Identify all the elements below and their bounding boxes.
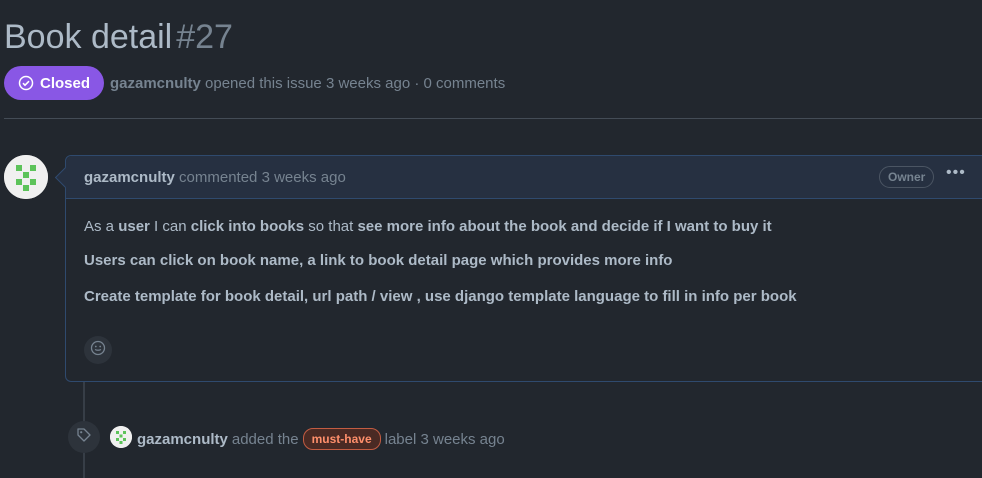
comment-paragraph-1: As a user I can click into books so that… [84,218,797,235]
kebab-horizontal-icon[interactable]: ••• [946,164,966,182]
label-must-have[interactable]: must-have [302,428,381,450]
event-actor-link[interactable]: gazamcnulty [137,431,228,448]
event-avatar[interactable] [110,426,132,448]
issue-meta-text: opened this issue 3 weeks ago · 0 commen… [205,75,506,92]
text-fragment-bold: user [118,218,150,235]
add-reaction-button[interactable] [84,336,112,364]
text-fragment-bold: see more info about the book and decide … [357,218,772,235]
comment-header: gazamcnulty commented 3 weeks ago Owner … [66,156,982,199]
comment-box: gazamcnulty commented 3 weeks ago Owner … [54,155,982,382]
issue-number: #27 [176,18,233,56]
event-text: gazamcnulty added the must-have label 3 … [137,428,505,450]
owner-badge: Owner [879,166,935,188]
issue-author-link[interactable]: gazamcnulty [110,75,201,92]
tag-icon [76,427,92,448]
text-fragment-bold: click into books [190,218,305,235]
smiley-icon [90,340,106,361]
text-fragment: As a [84,218,119,235]
event-badge [68,421,100,453]
avatar[interactable] [4,155,48,199]
issue-title-text: Book detail [4,18,173,56]
comment-action[interactable]: commented 3 weeks ago [179,169,346,186]
text-fragment: I can [149,218,191,235]
text-fragment: so that [304,218,358,235]
event-text-before: added the [231,430,299,448]
issue-meta: gazamcnulty opened this issue 3 weeks ag… [110,75,505,92]
status-label: Closed [40,74,91,92]
check-circle-icon [18,75,34,91]
comment-paragraph-2: Users can click on book name, a link to … [84,252,673,269]
status-badge: Closed [4,66,105,100]
issue-title: Book detail #27 [4,16,233,58]
comment-meta: gazamcnulty commented 3 weeks ago [84,169,346,186]
comment-author-link[interactable]: gazamcnulty [84,169,175,186]
comment-paragraph-3: Create template for book detail, url pat… [84,288,797,305]
header-divider [4,118,982,119]
event-text-after[interactable]: label 3 weeks ago [385,431,505,448]
comment-body: As a user I can click into books so that… [84,218,797,305]
